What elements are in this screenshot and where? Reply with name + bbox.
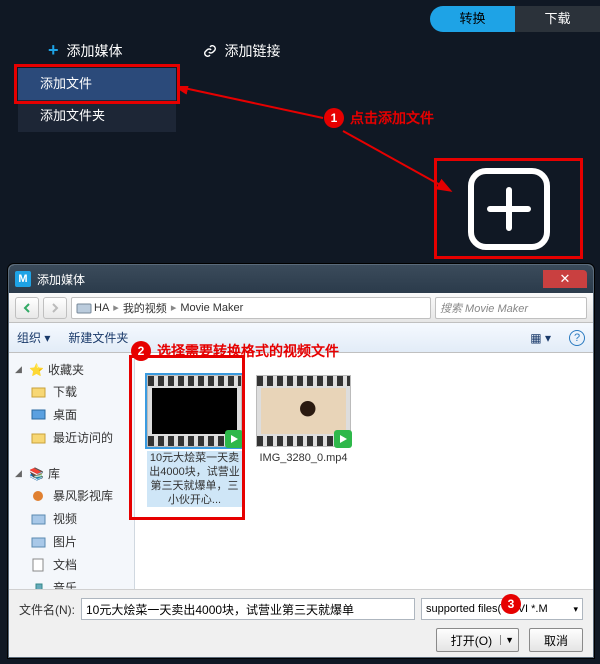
- new-folder-button[interactable]: 新建文件夹: [68, 329, 128, 346]
- filename-input[interactable]: 10元大烩菜一天卖出4000块，试营业第三天就爆单: [81, 598, 415, 620]
- callout-number: 3: [501, 594, 521, 614]
- callout-3: 3: [501, 594, 521, 614]
- dialog-sidebar: ◢⭐ 收藏夹 下载 桌面 最近访问的 ◢📚 库 暴风影视库 视频 图片 文档 音…: [9, 353, 135, 593]
- callout-number: 2: [131, 341, 151, 361]
- forward-button[interactable]: [43, 297, 67, 319]
- plus-icon: [484, 184, 534, 234]
- file-list[interactable]: 10元大烩菜一天卖出4000块，试营业第三天就爆单，三小伙开心... IMG_3…: [135, 353, 593, 593]
- breadcrumb[interactable]: HA▸ 我的视频▸ Movie Maker: [71, 297, 431, 319]
- tab-label: 添加链接: [225, 41, 281, 61]
- organize-button[interactable]: 组织 ▾: [17, 329, 50, 346]
- open-button[interactable]: 打开(O)▼: [436, 628, 519, 652]
- search-input[interactable]: 搜索 Movie Maker: [435, 297, 587, 319]
- sidebar-item-storm[interactable]: 暴风影视库: [9, 484, 134, 507]
- sidebar-item-videos[interactable]: 视频: [9, 507, 134, 530]
- link-icon: [203, 44, 217, 58]
- callout-1: 1 点击添加文件: [324, 108, 434, 128]
- dialog-title: 添加媒体: [37, 271, 543, 288]
- dropdown-item-add-file[interactable]: 添加文件: [18, 68, 176, 100]
- filename-label: 文件名(N):: [19, 601, 75, 618]
- file-name: 10元大烩菜一天卖出4000块，试营业第三天就爆单，三小伙开心...: [147, 451, 242, 507]
- callout-number: 1: [324, 108, 344, 128]
- play-badge-icon: [334, 430, 352, 448]
- hdd-icon: [76, 301, 92, 315]
- plus-icon: +: [48, 40, 59, 61]
- back-button[interactable]: [15, 297, 39, 319]
- tab-label: 添加媒体: [67, 41, 123, 61]
- callout-2: 2 选择需要转换格式的视频文件: [131, 341, 339, 361]
- play-badge-icon: [225, 430, 243, 448]
- help-button[interactable]: ?: [569, 330, 585, 346]
- dialog-titlebar: M 添加媒体 ✕: [9, 265, 593, 293]
- dialog-navbar: HA▸ 我的视频▸ Movie Maker 搜索 Movie Maker: [9, 293, 593, 323]
- file-item[interactable]: IMG_3280_0.mp4: [256, 375, 351, 465]
- tab-convert[interactable]: 转换: [430, 6, 515, 32]
- tab-download[interactable]: 下载: [515, 6, 600, 32]
- sidebar-group-library[interactable]: ◢📚 库: [9, 461, 134, 484]
- dropdown-item-add-folder[interactable]: 添加文件夹: [18, 100, 176, 132]
- sidebar-group-favorites[interactable]: ◢⭐ 收藏夹: [9, 357, 134, 380]
- sidebar-item-documents[interactable]: 文档: [9, 553, 134, 576]
- cancel-button[interactable]: 取消: [529, 628, 583, 652]
- sidebar-item-pictures[interactable]: 图片: [9, 530, 134, 553]
- tab-add-link[interactable]: 添加链接: [203, 40, 281, 61]
- sidebar-item-recent[interactable]: 最近访问的: [9, 426, 134, 449]
- file-item[interactable]: 10元大烩菜一天卖出4000块，试营业第三天就爆单，三小伙开心...: [147, 375, 242, 507]
- annotation-arrow: [178, 86, 464, 218]
- view-button[interactable]: ▦ ▾: [530, 331, 551, 345]
- add-media-dropdown: 添加文件 添加文件夹: [18, 68, 176, 132]
- tab-add-media[interactable]: + 添加媒体: [48, 40, 123, 61]
- app-icon: M: [15, 271, 31, 287]
- sidebar-item-desktop[interactable]: 桌面: [9, 403, 134, 426]
- file-name: IMG_3280_0.mp4: [256, 451, 351, 465]
- add-media-big-button[interactable]: [468, 168, 550, 250]
- annotation-box: [434, 158, 583, 259]
- callout-text: 点击添加文件: [350, 108, 434, 128]
- sidebar-item-downloads[interactable]: 下载: [9, 380, 134, 403]
- close-button[interactable]: ✕: [543, 270, 587, 288]
- callout-text: 选择需要转换格式的视频文件: [157, 341, 339, 361]
